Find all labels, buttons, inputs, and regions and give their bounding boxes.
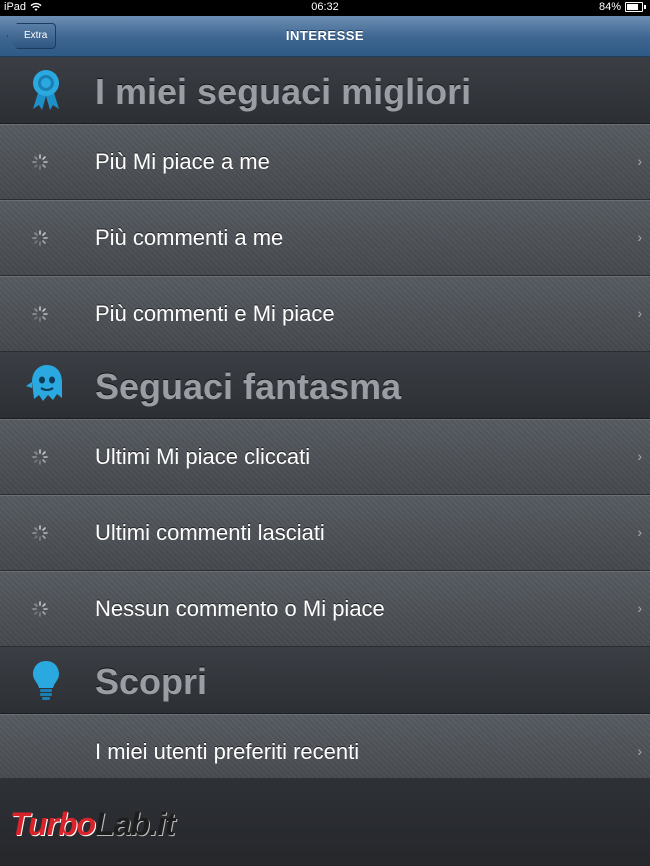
- battery-icon: [625, 2, 643, 12]
- chevron-right-icon: ›: [637, 305, 642, 321]
- chevron-right-icon: ›: [637, 524, 642, 540]
- lightbulb-icon: [33, 661, 59, 700]
- ghost-icon: [26, 365, 62, 401]
- status-time: 06:32: [311, 1, 339, 13]
- list-item-last-comments[interactable]: Ultimi commenti lasciati ›: [0, 495, 650, 571]
- list-item-label: Più commenti e Mi piace: [95, 301, 335, 326]
- ribbon-award-icon: [33, 70, 59, 110]
- list-item-most-comments-likes[interactable]: Più commenti e Mi piace ›: [0, 276, 650, 352]
- watermark-part2: Lab.it: [95, 806, 175, 842]
- section-header-best-followers: I miei seguaci migliori: [0, 57, 650, 124]
- list-item-label: I miei utenti preferiti recenti: [95, 739, 360, 764]
- chevron-right-icon: ›: [637, 600, 642, 616]
- page-title: INTERESSE: [285, 28, 365, 43]
- chevron-right-icon: ›: [637, 448, 642, 464]
- navigation-bar: Extra INTERESSE: [0, 16, 650, 57]
- list-item-label: Più Mi piace a me: [95, 149, 270, 174]
- loading-spinner-icon: [32, 525, 48, 541]
- loading-spinner-icon: [32, 306, 48, 322]
- menu-list: I miei seguaci migliori Più Mi piace a m…: [0, 57, 650, 790]
- loading-spinner-icon: [32, 449, 48, 465]
- list-item-label: Nessun commento o Mi piace: [95, 596, 385, 621]
- chevron-right-icon: ›: [637, 153, 642, 169]
- list-item-label: Ultimi Mi piace cliccati: [95, 444, 311, 469]
- section-title: I miei seguaci migliori: [95, 71, 472, 112]
- section-title: Scopri: [95, 661, 208, 702]
- loading-spinner-icon: [32, 230, 48, 246]
- loading-spinner-icon: [32, 601, 48, 617]
- section-header-ghost-followers: Seguaci fantasma: [0, 352, 650, 419]
- watermark-part1: Turbo: [10, 806, 96, 842]
- list-item-label: Ultimi commenti lasciati: [95, 520, 325, 545]
- section-header-discover: Scopri: [0, 647, 650, 714]
- list-item-most-comments[interactable]: Più commenti a me ›: [0, 200, 650, 276]
- watermark-logo: TurboLab.it: [10, 806, 240, 856]
- battery-percent: 84%: [598, 1, 621, 13]
- list-item-no-comments-likes[interactable]: Nessun commento o Mi piace ›: [0, 571, 650, 647]
- list-item-label: Più commenti a me: [95, 225, 284, 250]
- list-item-last-likes[interactable]: Ultimi Mi piace cliccati ›: [0, 419, 650, 495]
- section-title: Seguaci fantasma: [95, 366, 402, 407]
- chevron-right-icon: ›: [637, 743, 642, 759]
- status-bar: iPad 06:32 84%: [0, 0, 650, 16]
- chevron-right-icon: ›: [637, 229, 642, 245]
- list-item-most-likes[interactable]: Più Mi piace a me ›: [0, 124, 650, 200]
- loading-spinner-icon: [32, 154, 48, 170]
